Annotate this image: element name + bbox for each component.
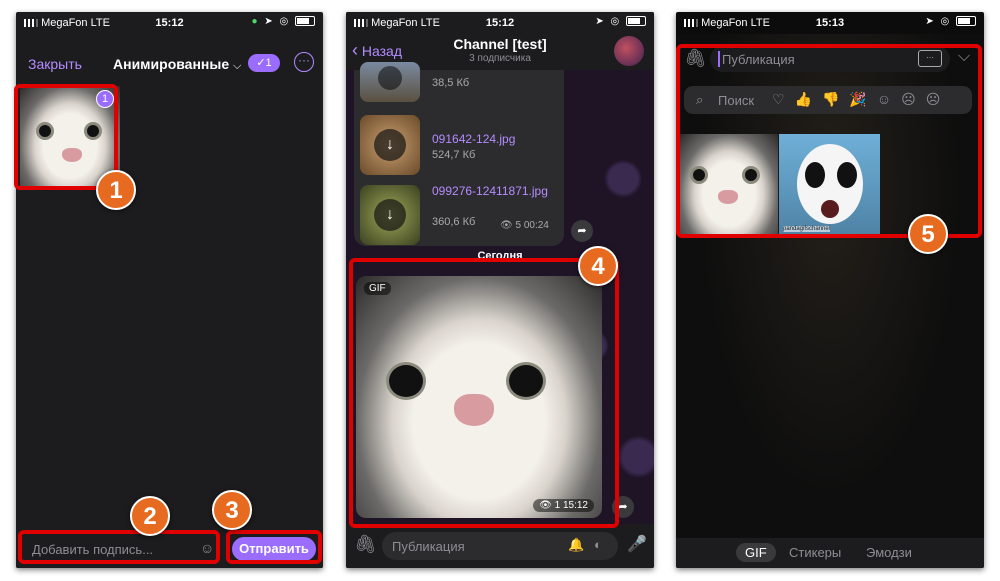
tab-gif[interactable]: GIF (736, 543, 776, 562)
status-icons: ● ➤ ◎ (252, 16, 315, 27)
battery-icon (956, 16, 976, 27)
step-badge-5: 5 (908, 214, 948, 254)
input-placeholder: Публикация (392, 539, 465, 554)
highlight-send-button (226, 530, 322, 564)
status-icons: ➤ ◎ (595, 16, 646, 27)
message-meta: 👁 5 00:24 (500, 220, 549, 231)
picker-header: Закрыть Анимированные ⌵ ✓1 ··· (16, 36, 323, 76)
more-icon[interactable]: ··· (294, 52, 314, 72)
status-bar: MegaFon LTE 15:12 ● ➤ ◎ (16, 12, 323, 34)
step-badge-4: 4 (578, 246, 618, 286)
album-title: Анимированные (113, 56, 230, 72)
file-thumb[interactable] (360, 62, 420, 102)
file-name[interactable]: 091642-124.jpg (432, 132, 515, 146)
chevron-down-icon: ⌵ (233, 60, 242, 72)
microphone-icon[interactable]: 🎤 (627, 534, 647, 554)
battery-icon (626, 16, 646, 27)
eye-icon: 👁 (500, 220, 513, 231)
highlight-caption-input (18, 530, 220, 564)
status-bar: MegaFon LTE 15:13 ➤ ◎ (676, 12, 984, 34)
sticker-icon[interactable]: ◐ (594, 537, 602, 552)
tab-emoji[interactable]: Эмодзи (866, 545, 912, 560)
attach-icon[interactable]: 🖇 (354, 534, 377, 555)
bell-icon[interactable]: 🔔 (568, 537, 584, 553)
views: 5 00:24 (515, 220, 549, 231)
highlight-gif-message (349, 258, 619, 528)
download-icon: ↓ (374, 129, 406, 161)
file-name[interactable]: 099276-12411871.jpg (432, 184, 562, 199)
media-tabs: GIF Стикеры Эмодзи (676, 538, 984, 568)
file-size: 38,5 Кб (432, 77, 470, 89)
file-thumb[interactable]: ↓ (360, 115, 420, 175)
file-size: 360,6 Кб (432, 216, 476, 228)
battery-icon (295, 16, 315, 27)
share-icon[interactable]: ➦ (571, 220, 593, 242)
album-selector[interactable]: Анимированные ⌵ (113, 56, 241, 73)
status-bar: MegaFon LTE 15:12 ➤ ◎ (346, 12, 654, 34)
file-size: 524,7 Кб (432, 149, 476, 161)
selected-count: 1 (265, 57, 272, 69)
step-badge-1: 1 (96, 170, 136, 210)
composer: 🖇 Публикация 🔔 ◐ 🎤 (346, 524, 654, 568)
check-icon: ✓ (256, 57, 266, 69)
tab-stickers[interactable]: Стикеры (789, 545, 841, 560)
download-icon (378, 66, 402, 90)
close-button[interactable]: Закрыть (28, 56, 82, 72)
chat-title: Channel [test] (453, 36, 547, 52)
download-icon: ↓ (374, 199, 406, 231)
file-thumb[interactable]: ↓ (360, 185, 420, 245)
step-badge-3: 3 (212, 490, 252, 530)
status-icons: ➤ ◎ (925, 16, 976, 27)
message-input[interactable]: Публикация 🔔 ◐ (382, 532, 618, 560)
files-bubble: 38,5 Кб ↓ 091642-124.jpg 524,7 Кб ↓ 0992… (354, 62, 564, 246)
selected-count-badge[interactable]: ✓1 (248, 54, 280, 72)
channel-avatar[interactable] (614, 36, 644, 66)
highlight-gif-panel (676, 44, 982, 238)
step-badge-2: 2 (130, 496, 170, 536)
